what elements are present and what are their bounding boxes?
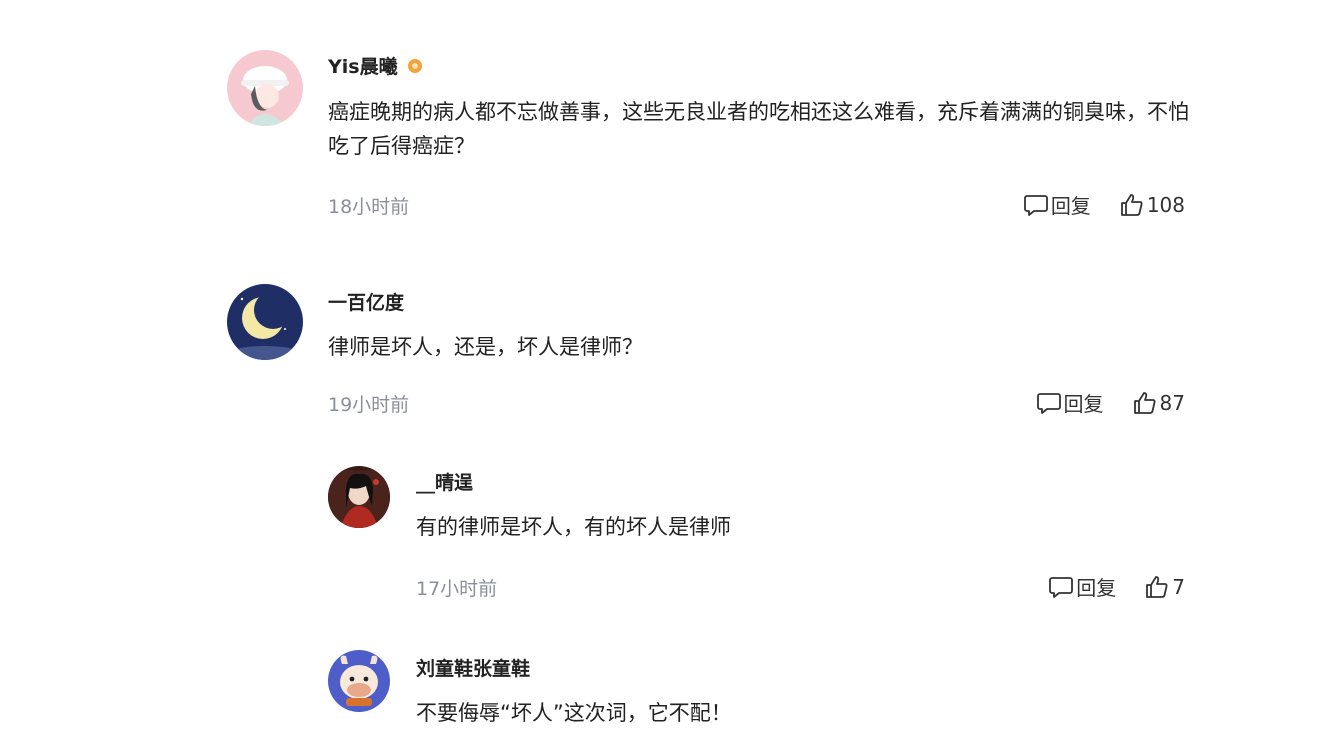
reply-button[interactable]: 回复 <box>1048 572 1116 601</box>
comment-item: Yis晨曦 癌症晚期的病人都不忘做善事，这些无良业者的吃相还这么难看，充斥着满满… <box>0 0 1332 240</box>
comment-bubble-icon <box>1036 392 1061 414</box>
avatar[interactable] <box>227 50 303 126</box>
comment-actions: 回复 108 <box>1023 190 1185 219</box>
username-text[interactable]: Yis晨曦 <box>328 52 398 79</box>
reply-button[interactable]: 回复 <box>1036 388 1104 417</box>
username[interactable]: Yis晨曦 <box>328 52 422 79</box>
comment-text: 律师是坏人，还是，坏人是律师？ <box>328 335 643 359</box>
avatar[interactable] <box>328 650 390 712</box>
avatar-portrait-image <box>328 466 390 528</box>
username[interactable]: 刘童鞋张童鞋 <box>416 654 530 681</box>
username[interactable]: 一百亿度 <box>328 288 404 315</box>
like-button[interactable]: 108 <box>1119 192 1185 218</box>
comment-time: 17小时前 <box>416 578 498 600</box>
like-count[interactable]: 108 <box>1147 193 1185 217</box>
reply-label[interactable]: 回复 <box>1076 572 1116 601</box>
reply-button[interactable]: 回复 <box>1023 190 1091 219</box>
comment-time: 19小时前 <box>328 394 410 416</box>
avatar-girl-hat-image <box>227 50 303 126</box>
thumbs-up-icon <box>1133 391 1156 414</box>
comment-actions: 回复 87 <box>1036 388 1185 417</box>
avatar-cartoon-ox-image <box>328 650 390 712</box>
thumbs-up-icon <box>1120 193 1143 216</box>
reply-label[interactable]: 回复 <box>1064 388 1104 417</box>
avatar[interactable] <box>328 466 390 528</box>
thumbs-up-icon <box>1146 575 1168 598</box>
avatar[interactable] <box>227 284 303 360</box>
reply-item: __晴逞 有的律师是坏人，有的坏人是律师 17小时前 回复 7 <box>0 440 1332 630</box>
avatar-moon-night-image <box>227 284 303 360</box>
username-text[interactable]: __晴逞 <box>416 468 473 495</box>
comment-actions: 回复 7 <box>1048 572 1185 601</box>
comment-text: 癌症晚期的病人都不忘做善事，这些无良业者的吃相还这么难看，充斥着满满的铜臭味，不… <box>328 100 1189 158</box>
like-count[interactable]: 7 <box>1172 575 1185 599</box>
comment-bubble-icon <box>1049 576 1074 598</box>
reply-item: 刘童鞋张童鞋 不要侮辱“坏人”这次词，它不配！ <box>0 630 1332 754</box>
comment-text: 有的律师是坏人，有的坏人是律师 <box>416 515 731 539</box>
reply-label[interactable]: 回复 <box>1051 190 1091 219</box>
comment-bubble-icon <box>1023 194 1048 216</box>
like-count[interactable]: 87 <box>1160 391 1185 415</box>
comment-time: 18小时前 <box>328 196 410 218</box>
comment-item: 一百亿度 律师是坏人，还是，坏人是律师？ 19小时前 回复 87 <box>0 240 1332 440</box>
vip-badge-icon <box>407 58 422 73</box>
like-button[interactable]: 87 <box>1132 390 1185 416</box>
username-text[interactable]: 刘童鞋张童鞋 <box>416 654 530 681</box>
username-text[interactable]: 一百亿度 <box>328 288 404 315</box>
comment-text: 不要侮辱“坏人”这次词，它不配！ <box>416 701 732 725</box>
like-button[interactable]: 7 <box>1144 574 1185 600</box>
username[interactable]: __晴逞 <box>416 468 473 495</box>
